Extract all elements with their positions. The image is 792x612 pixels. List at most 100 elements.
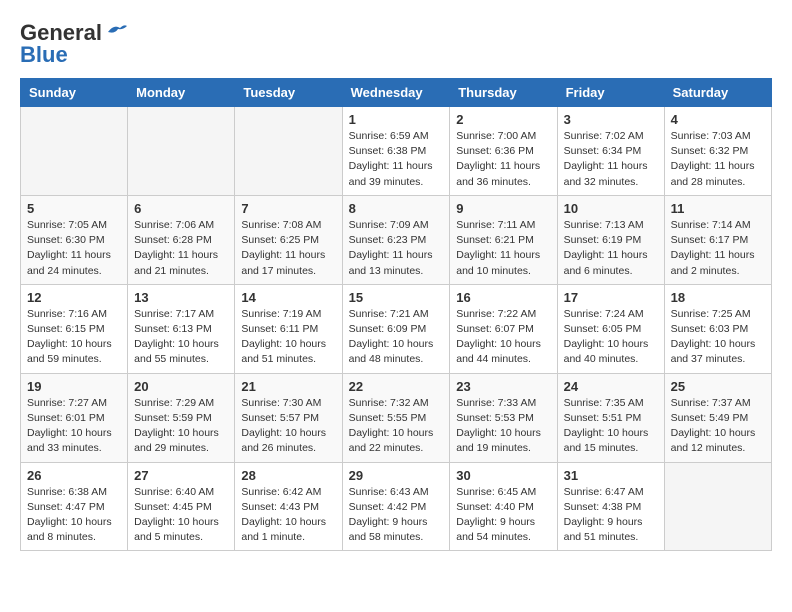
calendar-week-row: 1 Sunrise: 6:59 AM Sunset: 6:38 PM Daylig… (21, 107, 772, 196)
day-number: 17 (564, 290, 658, 305)
day-number: 26 (27, 468, 121, 483)
calendar-cell: 15 Sunrise: 7:21 AM Sunset: 6:09 PM Dayli… (342, 284, 450, 373)
calendar-cell: 18Sunrise: 7:25 AM Sunset: 6:03 PM Dayli… (664, 284, 771, 373)
calendar-cell: 8Sunrise: 7:09 AM Sunset: 6:23 PM Daylig… (342, 195, 450, 284)
calendar-cell: 16 Sunrise: 7:22 AM Sunset: 6:07 PM Dayli… (450, 284, 557, 373)
day-info: Sunrise: 6:47 AM Sunset: 4:38 PM Dayligh… (564, 485, 658, 546)
day-number: 16 (456, 290, 550, 305)
calendar-cell: 24 Sunrise: 7:35 AM Sunset: 5:51 PM Dayli… (557, 373, 664, 462)
day-info: Sunrise: 7:22 AM Sunset: 6:07 PM Dayligh… (456, 307, 550, 368)
calendar-cell: 10 Sunrise: 7:13 AM Sunset: 6:19 PM Dayli… (557, 195, 664, 284)
day-info: Sunrise: 6:45 AM Sunset: 4:40 PM Dayligh… (456, 485, 550, 546)
weekday-header-saturday: Saturday (664, 79, 771, 107)
day-info: Sunrise: 6:43 AM Sunset: 4:42 PM Dayligh… (349, 485, 444, 546)
calendar-cell: 26 Sunrise: 6:38 AM Sunset: 4:47 PM Dayli… (21, 462, 128, 551)
day-number: 2 (456, 112, 550, 127)
calendar-cell: 12Sunrise: 7:16 AM Sunset: 6:15 PM Dayli… (21, 284, 128, 373)
day-number: 27 (134, 468, 228, 483)
calendar-cell: 22 Sunrise: 7:32 AM Sunset: 5:55 PM Dayli… (342, 373, 450, 462)
weekday-header-row: SundayMondayTuesdayWednesdayThursdayFrid… (21, 79, 772, 107)
calendar-cell: 29 Sunrise: 6:43 AM Sunset: 4:42 PM Dayli… (342, 462, 450, 551)
calendar-cell: 31 Sunrise: 6:47 AM Sunset: 4:38 PM Dayli… (557, 462, 664, 551)
day-info: Sunrise: 7:03 AM Sunset: 6:32 PM Dayligh… (671, 129, 765, 190)
day-info: Sunrise: 7:00 AM Sunset: 6:36 PM Dayligh… (456, 129, 550, 190)
calendar-cell: 1 Sunrise: 6:59 AM Sunset: 6:38 PM Daylig… (342, 107, 450, 196)
day-number: 13 (134, 290, 228, 305)
day-info: Sunrise: 7:16 AM Sunset: 6:15 PM Dayligh… (27, 307, 121, 368)
day-number: 10 (564, 201, 658, 216)
calendar-cell: 11Sunrise: 7:14 AM Sunset: 6:17 PM Dayli… (664, 195, 771, 284)
day-info: Sunrise: 7:33 AM Sunset: 5:53 PM Dayligh… (456, 396, 550, 457)
day-number: 20 (134, 379, 228, 394)
day-number: 3 (564, 112, 658, 127)
logo: General Blue (20, 20, 128, 68)
day-info: Sunrise: 7:24 AM Sunset: 6:05 PM Dayligh… (564, 307, 658, 368)
day-number: 23 (456, 379, 550, 394)
day-number: 18 (671, 290, 765, 305)
day-number: 31 (564, 468, 658, 483)
day-number: 30 (456, 468, 550, 483)
day-number: 22 (349, 379, 444, 394)
calendar-cell: 9 Sunrise: 7:11 AM Sunset: 6:21 PM Daylig… (450, 195, 557, 284)
day-number: 7 (241, 201, 335, 216)
weekday-header-monday: Monday (128, 79, 235, 107)
calendar-cell: 17 Sunrise: 7:24 AM Sunset: 6:05 PM Dayli… (557, 284, 664, 373)
calendar-week-row: 26 Sunrise: 6:38 AM Sunset: 4:47 PM Dayli… (21, 462, 772, 551)
day-info: Sunrise: 7:13 AM Sunset: 6:19 PM Dayligh… (564, 218, 658, 279)
day-info: Sunrise: 7:11 AM Sunset: 6:21 PM Dayligh… (456, 218, 550, 279)
logo-bird-icon (106, 22, 128, 40)
calendar-cell: 3 Sunrise: 7:02 AM Sunset: 6:34 PM Daylig… (557, 107, 664, 196)
calendar-table: SundayMondayTuesdayWednesdayThursdayFrid… (20, 78, 772, 551)
calendar-cell (128, 107, 235, 196)
calendar-cell: 21 Sunrise: 7:30 AM Sunset: 5:57 PM Dayli… (235, 373, 342, 462)
day-number: 21 (241, 379, 335, 394)
calendar-cell: 30 Sunrise: 6:45 AM Sunset: 4:40 PM Dayli… (450, 462, 557, 551)
page-header: General Blue (20, 20, 772, 68)
day-info: Sunrise: 7:37 AM Sunset: 5:49 PM Dayligh… (671, 396, 765, 457)
day-number: 29 (349, 468, 444, 483)
day-info: Sunrise: 7:17 AM Sunset: 6:13 PM Dayligh… (134, 307, 228, 368)
day-info: Sunrise: 6:38 AM Sunset: 4:47 PM Dayligh… (27, 485, 121, 546)
calendar-cell: 27 Sunrise: 6:40 AM Sunset: 4:45 PM Dayli… (128, 462, 235, 551)
calendar-cell: 7Sunrise: 7:08 AM Sunset: 6:25 PM Daylig… (235, 195, 342, 284)
calendar-cell (664, 462, 771, 551)
calendar-cell (235, 107, 342, 196)
calendar-cell: 28 Sunrise: 6:42 AM Sunset: 4:43 PM Dayli… (235, 462, 342, 551)
day-info: Sunrise: 7:05 AM Sunset: 6:30 PM Dayligh… (27, 218, 121, 279)
logo-blue-text: Blue (20, 42, 68, 68)
day-info: Sunrise: 7:14 AM Sunset: 6:17 PM Dayligh… (671, 218, 765, 279)
weekday-header-wednesday: Wednesday (342, 79, 450, 107)
day-number: 6 (134, 201, 228, 216)
weekday-header-tuesday: Tuesday (235, 79, 342, 107)
calendar-cell (21, 107, 128, 196)
day-info: Sunrise: 6:59 AM Sunset: 6:38 PM Dayligh… (349, 129, 444, 190)
day-info: Sunrise: 6:40 AM Sunset: 4:45 PM Dayligh… (134, 485, 228, 546)
day-number: 14 (241, 290, 335, 305)
day-number: 5 (27, 201, 121, 216)
calendar-cell: 13 Sunrise: 7:17 AM Sunset: 6:13 PM Dayli… (128, 284, 235, 373)
day-number: 4 (671, 112, 765, 127)
day-info: Sunrise: 7:27 AM Sunset: 6:01 PM Dayligh… (27, 396, 121, 457)
calendar-cell: 4 Sunrise: 7:03 AM Sunset: 6:32 PM Daylig… (664, 107, 771, 196)
day-info: Sunrise: 7:21 AM Sunset: 6:09 PM Dayligh… (349, 307, 444, 368)
calendar-cell: 19Sunrise: 7:27 AM Sunset: 6:01 PM Dayli… (21, 373, 128, 462)
day-info: Sunrise: 7:30 AM Sunset: 5:57 PM Dayligh… (241, 396, 335, 457)
day-number: 9 (456, 201, 550, 216)
day-number: 1 (349, 112, 444, 127)
day-info: Sunrise: 6:42 AM Sunset: 4:43 PM Dayligh… (241, 485, 335, 546)
day-info: Sunrise: 7:35 AM Sunset: 5:51 PM Dayligh… (564, 396, 658, 457)
calendar-cell: 14 Sunrise: 7:19 AM Sunset: 6:11 PM Dayli… (235, 284, 342, 373)
calendar-week-row: 12Sunrise: 7:16 AM Sunset: 6:15 PM Dayli… (21, 284, 772, 373)
day-number: 15 (349, 290, 444, 305)
day-number: 24 (564, 379, 658, 394)
day-info: Sunrise: 7:32 AM Sunset: 5:55 PM Dayligh… (349, 396, 444, 457)
day-info: Sunrise: 7:02 AM Sunset: 6:34 PM Dayligh… (564, 129, 658, 190)
day-info: Sunrise: 7:19 AM Sunset: 6:11 PM Dayligh… (241, 307, 335, 368)
weekday-header-friday: Friday (557, 79, 664, 107)
calendar-week-row: 19Sunrise: 7:27 AM Sunset: 6:01 PM Dayli… (21, 373, 772, 462)
calendar-cell: 25Sunrise: 7:37 AM Sunset: 5:49 PM Dayli… (664, 373, 771, 462)
calendar-cell: 5 Sunrise: 7:05 AM Sunset: 6:30 PM Daylig… (21, 195, 128, 284)
weekday-header-thursday: Thursday (450, 79, 557, 107)
day-number: 28 (241, 468, 335, 483)
calendar-week-row: 5 Sunrise: 7:05 AM Sunset: 6:30 PM Daylig… (21, 195, 772, 284)
